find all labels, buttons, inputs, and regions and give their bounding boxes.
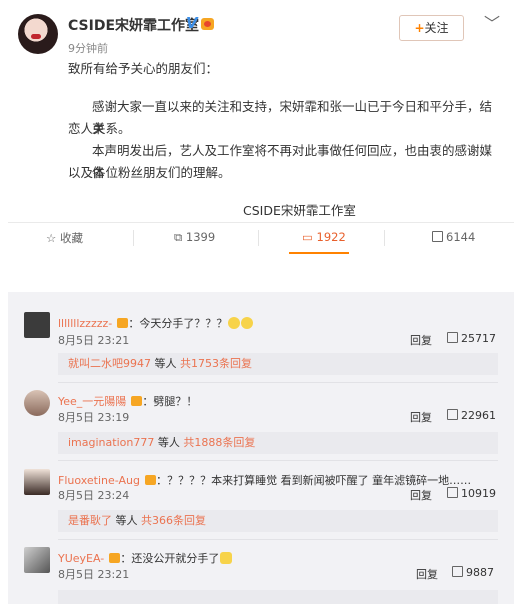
vip-level-icon <box>109 553 121 563</box>
comment-like-button[interactable]: 10919 <box>447 487 496 500</box>
thumbs-up-icon <box>447 487 458 498</box>
thumbs-up-icon <box>447 332 458 343</box>
plus-icon: + <box>414 21 425 35</box>
active-tab-underline <box>289 252 349 254</box>
vip-level-icon <box>145 475 157 485</box>
reply-button[interactable]: 回复 <box>410 332 432 348</box>
comment-like-count: 25717 <box>461 332 496 345</box>
comment-like-count: 22961 <box>461 409 496 422</box>
comment-date: 8月5日 23:19 <box>58 411 130 424</box>
thumbs-up-icon <box>432 231 443 242</box>
favorite-label: 收藏 <box>59 231 83 245</box>
reply-summary[interactable]: 就叫二水吧9947 等人 共1753条回复 <box>58 353 498 375</box>
comment-like-count: 9887 <box>466 566 494 579</box>
reply-text: 等人 <box>115 514 138 527</box>
action-divider <box>384 230 385 246</box>
reply-user[interactable]: imagination777 <box>68 436 154 449</box>
commenter-name[interactable]: YUeyEA- <box>58 552 104 565</box>
commenter-avatar[interactable] <box>24 547 50 573</box>
comment-date: 8月5日 23:21 <box>58 568 130 581</box>
vip-level-icon <box>131 396 143 406</box>
post-paragraph-2-line-2: 以及各位粉丝朋友们的理解。 <box>68 165 231 180</box>
repost-icon: ⧉ <box>174 230 183 244</box>
author-avatar[interactable] <box>18 14 58 54</box>
vip-level-icon <box>117 318 129 328</box>
chevron-down-icon[interactable]: ﹀ <box>484 10 500 34</box>
vip-level-icon <box>201 18 214 30</box>
reply-text: 等人 <box>157 436 180 449</box>
comment-text: ：今天分手了？？？ <box>128 317 228 330</box>
follow-button[interactable]: +关注 <box>399 15 464 41</box>
reply-button[interactable]: 回复 <box>410 409 432 425</box>
comment-date: 8月5日 23:21 <box>58 334 130 347</box>
comment-button[interactable]: ▭ 1922 <box>302 230 346 244</box>
reply-text: 等人 <box>154 357 177 370</box>
commenter-name[interactable]: Fluoxetine-Aug <box>58 474 140 487</box>
emoji-icon <box>228 317 241 329</box>
reply-button[interactable]: 回复 <box>410 487 432 503</box>
post-signature: CSIDE宋妍霏工作室 <box>243 203 356 218</box>
comment-count: 1922 <box>316 230 346 244</box>
action-bar-top-divider <box>8 222 514 223</box>
comment-text: ：劈腿？！ <box>142 395 198 408</box>
reply-summary[interactable]: 是番耿了 等人 共366条回复 <box>58 510 498 532</box>
comment-text: ：还没公开就分手了 <box>120 552 220 565</box>
comment-header: lllllllzzzzz- ：今天分手了？？？ <box>58 312 254 331</box>
reply-button[interactable]: 回复 <box>416 566 438 582</box>
thumbs-up-icon <box>452 566 463 577</box>
post-time[interactable]: 9分钟前 <box>68 40 108 56</box>
like-button[interactable]: 6144 <box>432 230 475 244</box>
thumbs-up-icon <box>447 409 458 420</box>
like-count: 6144 <box>446 230 476 244</box>
reply-count-link[interactable]: 共1753条回复 <box>180 357 252 370</box>
comment-date: 8月5日 23:24 <box>58 489 130 502</box>
comment-icon: ▭ <box>302 230 313 244</box>
emoji-icon <box>241 317 254 329</box>
comment-like-button[interactable]: 22961 <box>447 409 496 422</box>
verified-icon: V <box>186 14 198 32</box>
action-divider <box>258 230 259 246</box>
commenter-name[interactable]: Yee_一元陽陽 <box>58 395 126 408</box>
commenter-avatar[interactable] <box>24 312 50 338</box>
star-icon: ☆ <box>46 231 57 245</box>
favorite-button[interactable]: ☆ 收藏 <box>46 230 83 246</box>
comment-header: Yee_一元陽陽 ：劈腿？！ <box>58 390 197 409</box>
commenter-name[interactable]: lllllllzzzzz- <box>58 317 112 330</box>
comment-header: YUeyEA- ：还没公开就分手了 <box>58 547 233 566</box>
comment-like-button[interactable]: 25717 <box>447 332 496 345</box>
comment-text: ：？？？？本来打算睡觉 看到新闻被吓醒了 童年滤镜碎一地…… <box>156 474 472 487</box>
commenter-avatar[interactable] <box>24 469 50 495</box>
comment-like-button[interactable]: 9887 <box>452 566 494 579</box>
reply-count-link[interactable]: 共366条回复 <box>141 514 206 527</box>
follow-label: 关注 <box>424 21 449 35</box>
author-name[interactable]: CSIDE宋妍霏工作室 <box>68 15 199 35</box>
reply-user[interactable]: 就叫二水吧9947 <box>68 357 151 370</box>
comment-header: Fluoxetine-Aug ：？？？？本来打算睡觉 看到新闻被吓醒了 童年滤镜… <box>58 469 471 488</box>
reply-summary[interactable]: imagination777 等人 共1888条回复 <box>58 432 498 454</box>
comment-divider <box>58 460 498 461</box>
post-greeting: 致所有给予关心的朋友们： <box>68 61 219 76</box>
comment-like-count: 10919 <box>461 487 496 500</box>
repost-count: 1399 <box>185 230 216 244</box>
comment-divider <box>58 539 498 540</box>
reply-summary-cut-off <box>58 590 498 604</box>
post-paragraph-1-line-2: 恋人关系。 <box>68 121 131 136</box>
thumbs-up-emoji-icon <box>220 552 233 564</box>
reply-user[interactable]: 是番耿了 <box>68 514 112 527</box>
comment-divider <box>58 382 498 383</box>
commenter-avatar[interactable] <box>24 390 50 416</box>
repost-button[interactable]: ⧉ 1399 <box>174 230 215 245</box>
reply-count-link[interactable]: 共1888条回复 <box>183 436 255 449</box>
action-divider <box>133 230 134 246</box>
